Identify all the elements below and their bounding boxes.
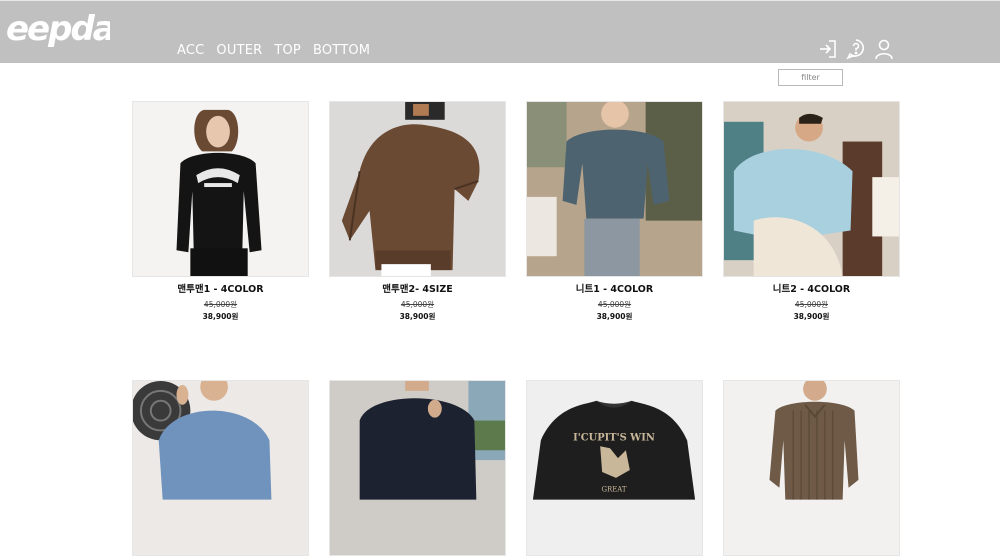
gray-blue-knit-image: [527, 102, 702, 276]
navy-sweater-image: [330, 381, 505, 555]
site-logo[interactable]: eepda: [6, 11, 110, 47]
black-sweatshirt-image: [133, 102, 308, 276]
product-name[interactable]: 맨투맨1 - 4COLOR: [132, 281, 309, 295]
nav-item-bottom[interactable]: BOTTOM: [313, 43, 370, 58]
nav-item-top[interactable]: TOP: [274, 43, 301, 58]
brown-knit-image: [330, 102, 505, 276]
sale-price: 38,900원: [596, 312, 633, 321]
original-price: 45,000원: [794, 300, 829, 309]
blue-knit-image: [133, 381, 308, 555]
nav-item-outer[interactable]: OUTER: [216, 43, 262, 58]
light-blue-knit-image: [724, 102, 899, 276]
original-price: 45,000원: [203, 300, 238, 309]
graphic-sweatshirt-image: I'CUPIT'S WIN GREAT: [527, 381, 702, 555]
product-card-1[interactable]: 맨투맨1 - 4COLOR 45,000원 38,900원: [132, 101, 309, 322]
product-image[interactable]: I'CUPIT'S WIN GREAT: [526, 380, 703, 556]
sale-price: 38,900원: [202, 312, 239, 321]
user-icon[interactable]: [874, 38, 894, 60]
main-nav: ACC OUTER TOP BOTTOM: [177, 43, 382, 58]
site-header: eepda ACC OUTER TOP BOTTOM: [0, 0, 1000, 63]
login-icon[interactable]: [818, 38, 838, 60]
product-name[interactable]: 니트1 - 4COLOR: [526, 281, 703, 295]
product-image[interactable]: [329, 101, 506, 277]
product-card-6[interactable]: [329, 380, 506, 556]
nav-item-acc[interactable]: ACC: [177, 43, 204, 58]
original-price: 45,000원: [597, 300, 632, 309]
filter-input[interactable]: filter: [778, 69, 843, 86]
header-icons: [818, 38, 894, 60]
svg-text:eepda: eepda: [6, 11, 110, 47]
svg-text:I'CUPIT'S WIN: I'CUPIT'S WIN: [573, 432, 655, 443]
product-card-2[interactable]: 맨투맨2- 4SIZE 45,000원 38,900원: [329, 101, 506, 322]
product-name[interactable]: 니트2 - 4COLOR: [723, 281, 900, 295]
product-image[interactable]: [132, 101, 309, 277]
original-price: 45,000원: [400, 300, 435, 309]
help-icon[interactable]: [846, 38, 866, 60]
striped-shirt-image: [724, 381, 899, 555]
product-card-8[interactable]: [723, 380, 900, 556]
product-image[interactable]: [723, 101, 900, 277]
sale-price: 38,900원: [399, 312, 436, 321]
product-image[interactable]: [723, 380, 900, 556]
sale-price: 38,900원: [793, 312, 830, 321]
product-card-5[interactable]: [132, 380, 309, 556]
product-image[interactable]: [132, 380, 309, 556]
product-image[interactable]: [329, 380, 506, 556]
product-card-3[interactable]: 니트1 - 4COLOR 45,000원 38,900원: [526, 101, 703, 322]
product-card-7[interactable]: I'CUPIT'S WIN GREAT: [526, 380, 703, 556]
svg-text:GREAT: GREAT: [602, 486, 627, 494]
product-image[interactable]: [526, 101, 703, 277]
product-name[interactable]: 맨투맨2- 4SIZE: [329, 281, 506, 295]
product-card-4[interactable]: 니트2 - 4COLOR 45,000원 38,900원: [723, 101, 900, 322]
